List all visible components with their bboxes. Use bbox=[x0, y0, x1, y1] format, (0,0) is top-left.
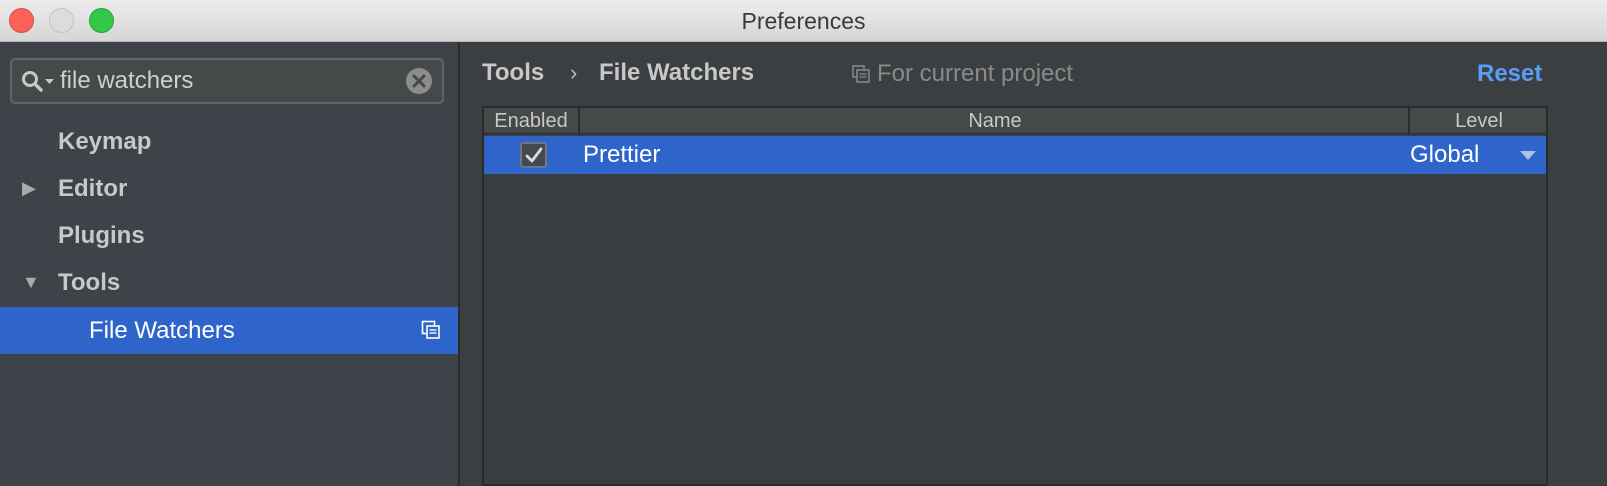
breadcrumb-current: File Watchers bbox=[599, 59, 755, 86]
column-header-name[interactable]: Name bbox=[582, 108, 1410, 134]
sidebar-item-label: Plugins bbox=[58, 222, 145, 249]
sidebar-item-label: Tools bbox=[58, 269, 121, 296]
watcher-name: Prettier bbox=[583, 141, 661, 168]
column-header-level[interactable]: Level bbox=[1412, 108, 1546, 134]
project-scope-icon bbox=[421, 320, 440, 339]
expand-arrow-icon[interactable]: ▶ bbox=[22, 165, 42, 212]
sidebar-item-keymap[interactable]: Keymap bbox=[0, 118, 458, 165]
clear-search-icon[interactable] bbox=[406, 68, 432, 94]
level-dropdown[interactable]: Global bbox=[1410, 136, 1479, 174]
sidebar-item-tools[interactable]: ▼ Tools bbox=[0, 259, 458, 306]
title-bar: Preferences bbox=[0, 0, 1607, 42]
enabled-checkbox[interactable] bbox=[520, 142, 547, 168]
column-header-enabled[interactable]: Enabled bbox=[484, 108, 580, 134]
sidebar-item-label: Editor bbox=[58, 175, 128, 202]
sidebar-item-file-watchers[interactable]: File Watchers bbox=[0, 307, 458, 354]
window-title: Preferences bbox=[741, 8, 866, 34]
settings-search-box[interactable] bbox=[10, 58, 444, 104]
settings-content: Tools › File Watchers For current projec… bbox=[462, 42, 1607, 486]
project-scope-icon bbox=[852, 65, 870, 83]
sidebar-item-label: File Watchers bbox=[89, 317, 235, 344]
breadcrumb-parent[interactable]: Tools bbox=[482, 59, 544, 87]
settings-sidebar: Keymap ▶ Editor Plugins ▼ Tools File Wat… bbox=[0, 42, 460, 486]
triangle-down-icon[interactable] bbox=[1520, 151, 1536, 161]
reset-link[interactable]: Reset bbox=[1477, 60, 1542, 88]
sidebar-item-label: Keymap bbox=[58, 128, 152, 155]
sidebar-item-editor[interactable]: ▶ Editor bbox=[0, 165, 458, 212]
collapse-arrow-icon[interactable]: ▼ bbox=[22, 259, 42, 306]
scope-label: For current project bbox=[877, 60, 1074, 87]
table-header: Enabled Name Level bbox=[484, 108, 1546, 134]
breadcrumb-separator: › bbox=[570, 60, 578, 85]
checkmark-icon bbox=[525, 147, 543, 163]
sidebar-item-plugins[interactable]: Plugins bbox=[0, 212, 458, 259]
search-input[interactable] bbox=[60, 60, 400, 102]
file-watchers-table[interactable]: Enabled Name Level Prettier Global bbox=[482, 106, 1548, 486]
table-row[interactable]: Prettier Global bbox=[484, 136, 1546, 174]
search-icon[interactable] bbox=[21, 70, 57, 94]
